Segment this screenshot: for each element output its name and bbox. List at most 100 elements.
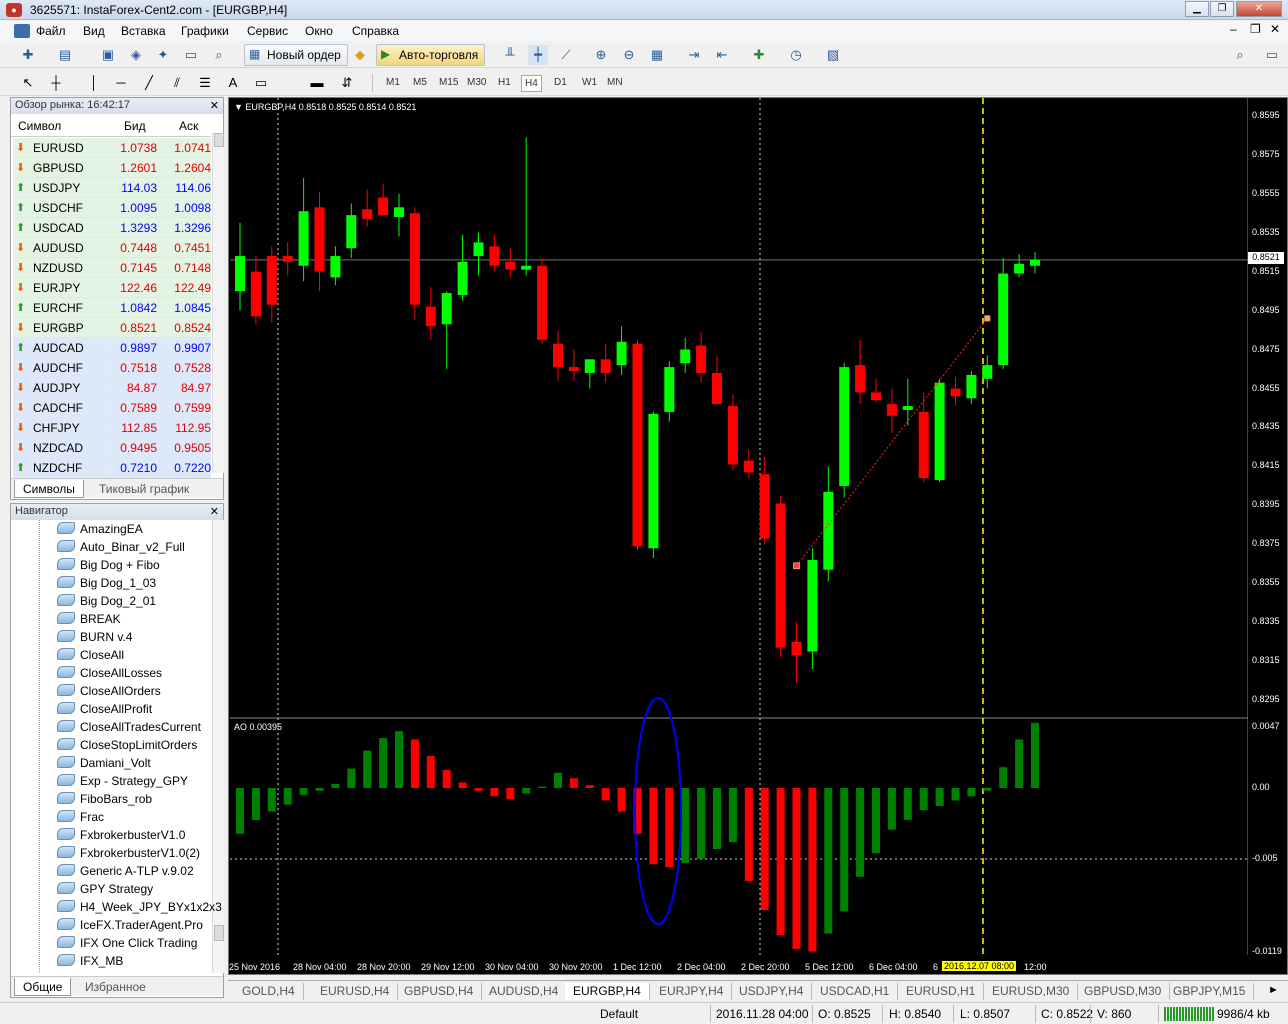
mdi-restore-icon[interactable]: ❐ xyxy=(1250,22,1261,36)
navigator-item[interactable]: CloseAll xyxy=(57,648,124,666)
symbol-column-header[interactable]: Символ xyxy=(18,119,61,133)
mdi-min-icon[interactable]: – xyxy=(1230,22,1237,36)
market-row-usdjpy[interactable]: ⬆ USDJPY 114.03 114.06 xyxy=(13,178,211,198)
market-row-eurusd[interactable]: ⬇ EURUSD 1.0738 1.0741 xyxy=(13,138,211,158)
scroll-thumb[interactable] xyxy=(214,133,224,147)
autoscroll-icon[interactable]: ⇥ xyxy=(684,45,704,65)
trendline-icon[interactable]: ╱ xyxy=(139,73,159,93)
cursor-icon[interactable]: ↖ xyxy=(18,73,38,93)
market-row-cadchf[interactable]: ⬇ CADCHF 0.7589 0.7599 xyxy=(13,398,211,418)
navigator-item[interactable]: BURN v.4 xyxy=(57,630,132,648)
market-row-audcad[interactable]: ⬆ AUDCAD 0.9897 0.9907 xyxy=(13,338,211,358)
navigator-item[interactable]: Generic A-TLP v.9.02 xyxy=(57,864,194,882)
crosshair-icon[interactable]: ┼ xyxy=(46,73,66,93)
vertical-line-icon[interactable]: │ xyxy=(84,73,104,93)
tab-tick-chart[interactable]: Тиковый график xyxy=(91,480,197,498)
chart-tab[interactable]: EURUSD,H1 xyxy=(898,983,985,1000)
navigator-item[interactable]: CloseAllLosses xyxy=(57,666,162,684)
menu-charts[interactable]: Графики xyxy=(181,24,229,38)
navigator-item[interactable]: Big Dog_2_01 xyxy=(57,594,156,612)
market-row-eurjpy[interactable]: ⬇ EURJPY 122.46 122.49 xyxy=(13,278,211,298)
chart-tab[interactable]: AUDUSD,H4 xyxy=(481,983,568,1000)
tab-common[interactable]: Общие xyxy=(14,978,72,996)
navigator-item[interactable]: Big Dog + Fibo xyxy=(57,558,160,576)
data-window-icon[interactable]: ◈ xyxy=(126,45,146,65)
chart-tab[interactable]: EURGBP,H4 xyxy=(565,983,650,1000)
candlestick-icon[interactable]: ┿ xyxy=(528,45,548,65)
timeframe-m1[interactable]: M1 xyxy=(383,75,403,90)
bar-chart-icon[interactable]: ╨ xyxy=(500,45,520,65)
market-row-nzdchf[interactable]: ⬆ NZDCHF 0.7210 0.7220 xyxy=(13,458,211,478)
timeframe-w1[interactable]: W1 xyxy=(579,75,600,90)
timeframe-d1[interactable]: D1 xyxy=(551,75,570,90)
tab-scroll-right-icon[interactable]: ► xyxy=(1268,984,1279,996)
status-profile[interactable]: Default xyxy=(600,1007,638,1021)
chart-tab[interactable]: EURJPY,H4 xyxy=(651,983,733,1000)
tab-favorites[interactable]: Избранное xyxy=(77,978,154,996)
navigator-item[interactable]: Auto_Binar_v2_Full xyxy=(57,540,185,558)
market-row-usdcad[interactable]: ⬆ USDCAD 1.3293 1.3296 xyxy=(13,218,211,238)
new-chart-icon[interactable]: ✚ xyxy=(18,45,38,65)
bid-column-header[interactable]: Бид xyxy=(124,119,146,133)
menu-file[interactable]: Файл xyxy=(36,24,66,38)
market-row-gbpusd[interactable]: ⬇ GBPUSD 1.2601 1.2604 xyxy=(13,158,211,178)
navigator-item[interactable]: FiboBars_rob xyxy=(57,792,152,810)
maximize-button[interactable]: ❐ xyxy=(1210,1,1234,17)
market-row-eurgbp[interactable]: ⬇ EURGBP 0.8521 0.8524 xyxy=(13,318,211,338)
chart-plot[interactable] xyxy=(230,98,1248,955)
navigator-item[interactable]: H4_Week_JPY_BYx1x2x3 xyxy=(57,900,222,918)
minimize-button[interactable]: ▁ xyxy=(1185,1,1209,17)
navigator-item[interactable]: FxbrokerbusterV1.0 xyxy=(57,828,185,846)
navigator-item[interactable]: IFX One Click Trading xyxy=(57,936,197,954)
timeframe-mn[interactable]: MN xyxy=(604,75,626,90)
navigator-item[interactable]: FxbrokerbusterV1.0(2) xyxy=(57,846,200,864)
navigator-item[interactable]: Exp - Strategy_GPY xyxy=(57,774,188,792)
navigator-item[interactable]: Frac xyxy=(57,810,104,828)
terminal-icon[interactable]: ▭ xyxy=(181,45,201,65)
chart-tab[interactable]: GBPUSD,H4 xyxy=(396,983,483,1000)
close-button[interactable]: ✕ xyxy=(1236,1,1282,17)
market-row-audusd[interactable]: ⬇ AUDUSD 0.7448 0.7451 xyxy=(13,238,211,258)
menu-window[interactable]: Окно xyxy=(305,24,333,38)
zoom-in-icon[interactable]: ⊕ xyxy=(591,45,611,65)
market-row-nzdcad[interactable]: ⬇ NZDCAD 0.9495 0.9505 xyxy=(13,438,211,458)
navigator-item[interactable]: Damiani_Volt xyxy=(57,756,151,774)
chart-window-icon[interactable] xyxy=(14,24,30,38)
metaeditor-icon[interactable]: ◆ xyxy=(350,45,370,65)
timeframe-m5[interactable]: M5 xyxy=(410,75,430,90)
timeframe-m15[interactable]: M15 xyxy=(436,75,461,90)
line-chart-icon[interactable]: ⟋ xyxy=(556,45,576,65)
navigator-item[interactable]: CloseAllProfit xyxy=(57,702,152,720)
menu-help[interactable]: Справка xyxy=(352,24,399,38)
navigator-item[interactable]: BREAK xyxy=(57,612,121,630)
market-row-chfjpy[interactable]: ⬇ CHFJPY 112.85 112.95 xyxy=(13,418,211,438)
chart-tab[interactable]: EURUSD,M30 xyxy=(984,983,1079,1000)
menu-tools[interactable]: Сервис xyxy=(247,24,288,38)
market-watch-icon[interactable]: ▣ xyxy=(98,45,118,65)
indicators-icon[interactable]: ✚ xyxy=(749,45,769,65)
timeframe-h4[interactable]: H4 xyxy=(521,75,542,92)
market-row-audchf[interactable]: ⬇ AUDCHF 0.7518 0.7528 xyxy=(13,358,211,378)
chart-tab[interactable]: GOLD,H4 xyxy=(234,983,304,1000)
scroll-thumb[interactable] xyxy=(214,925,224,941)
channel-icon[interactable]: ⫽ xyxy=(167,73,187,93)
chart-tab[interactable]: GBPJPY,M15 xyxy=(1165,983,1255,1000)
ask-column-header[interactable]: Аск xyxy=(179,119,198,133)
navigator-item[interactable]: IceFX.TraderAgent.Pro xyxy=(57,918,203,936)
close-icon[interactable]: ✕ xyxy=(210,99,219,112)
chart-tab[interactable]: USDJPY,H4 xyxy=(731,983,813,1000)
menu-view[interactable]: Вид xyxy=(83,24,105,38)
shapes-icon[interactable]: ▬ xyxy=(307,73,327,93)
navigator-icon[interactable]: ✦ xyxy=(153,45,173,65)
close-icon[interactable]: ✕ xyxy=(210,505,219,518)
navigator-item[interactable]: CloseAllOrders xyxy=(57,684,161,702)
market-watch-scrollbar[interactable] xyxy=(212,133,224,473)
templates-icon[interactable]: ▧ xyxy=(823,45,843,65)
menu-insert[interactable]: Вставка xyxy=(121,24,166,38)
navigator-item[interactable]: AmazingEA xyxy=(57,522,143,540)
navigator-item[interactable]: GPY Strategy xyxy=(57,882,153,900)
arrows-icon[interactable]: ⇵ xyxy=(337,73,357,93)
tester-icon[interactable]: ⌕ xyxy=(209,45,229,65)
timeframe-h1[interactable]: H1 xyxy=(495,75,514,90)
annotation-ellipse[interactable] xyxy=(634,697,682,925)
